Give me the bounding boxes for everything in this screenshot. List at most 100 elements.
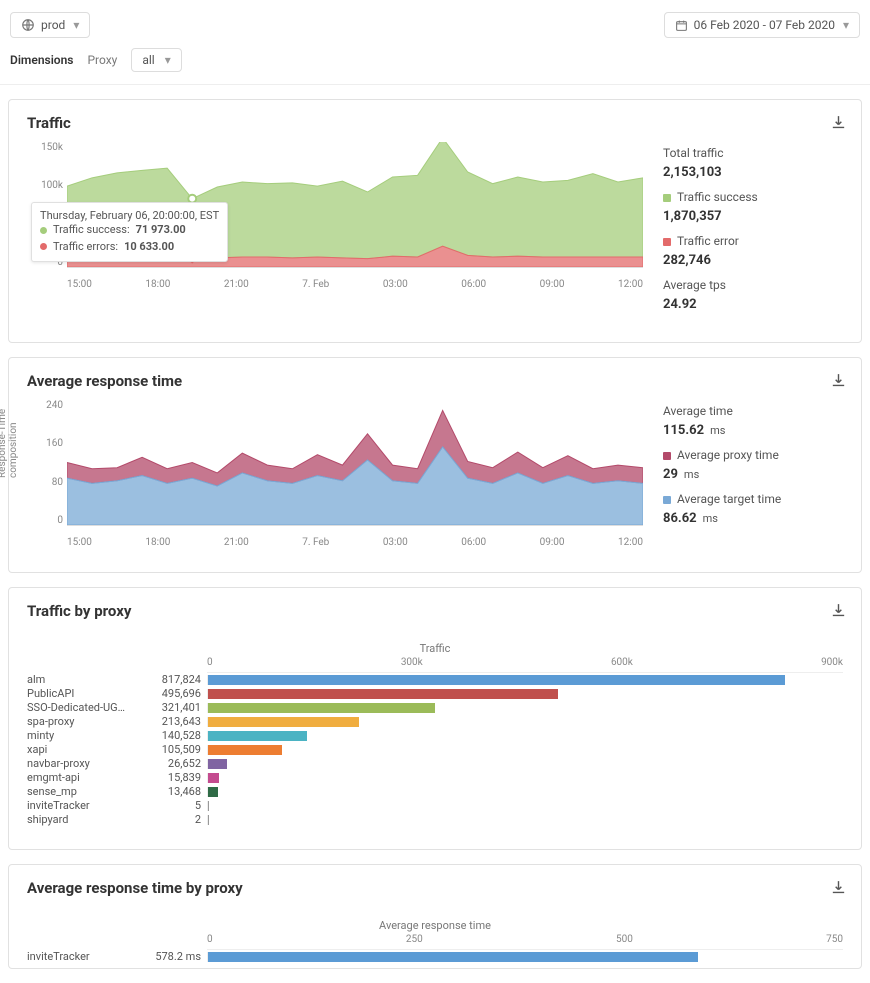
bar-label: minty xyxy=(27,729,147,742)
bar-label: emgmt-api xyxy=(27,771,147,784)
bar-value: 578.2 ms xyxy=(147,950,207,963)
x-axis: 0300k600k900k xyxy=(207,657,843,673)
download-icon xyxy=(830,114,847,131)
bar-row[interactable]: shipyard 2 xyxy=(27,813,843,827)
legend-swatch-icon xyxy=(663,194,671,202)
bar-value: 817,824 xyxy=(147,673,207,686)
bar-fill xyxy=(208,745,282,755)
bar-track xyxy=(207,731,843,741)
card-title: Average response time by proxy xyxy=(27,879,843,897)
stat-value: 282,746 xyxy=(663,251,843,272)
bar-value: 2 xyxy=(147,813,207,826)
card-title: Average response time xyxy=(27,372,843,390)
stat-value: 2,153,103 xyxy=(663,163,843,184)
bar-value: 140,528 xyxy=(147,729,207,742)
date-range-selector[interactable]: 06 Feb 2020 - 07 Feb 2020 ▾ xyxy=(664,12,860,38)
bar-fill xyxy=(208,703,435,713)
card-title: Traffic xyxy=(27,114,843,132)
bar-label: SSO-Dedicated-UG… xyxy=(27,701,147,714)
bar-fill xyxy=(208,675,785,685)
download-button[interactable] xyxy=(830,879,847,899)
y-axis: 240160800 xyxy=(27,400,63,526)
x-axis: 15:0018:0021:007. Feb03:0006:0009:0012:0… xyxy=(67,279,643,290)
stat-label: Average proxy time xyxy=(677,446,779,465)
bar-value: 495,696 xyxy=(147,687,207,700)
calendar-icon xyxy=(675,19,688,32)
bar-value: 321,401 xyxy=(147,701,207,714)
download-icon xyxy=(830,372,847,389)
dimensions-label: Dimensions xyxy=(10,53,73,67)
bar-row[interactable]: minty 140,528 xyxy=(27,729,843,743)
bar-row[interactable]: sense_mp 13,468 xyxy=(27,785,843,799)
bar-track xyxy=(207,675,843,685)
caret-down-icon: ▾ xyxy=(73,18,79,32)
stat-unit: ms xyxy=(684,466,699,484)
bar-row[interactable]: xapi 105,509 xyxy=(27,743,843,757)
card-avg-by-proxy: Average response time by proxy Average r… xyxy=(8,864,862,969)
bar-row[interactable]: emgmt-api 15,839 xyxy=(27,771,843,785)
stat-label: Traffic error xyxy=(677,232,739,251)
proxy-select[interactable]: all ▾ xyxy=(131,48,181,72)
bar-label: navbar-proxy xyxy=(27,757,147,770)
bar-label: alm xyxy=(27,673,147,686)
bar-row[interactable]: spa-proxy 213,643 xyxy=(27,715,843,729)
traffic-stats: Total traffic 2,153,103 Traffic success … xyxy=(663,142,843,320)
bar-value: 105,509 xyxy=(147,743,207,756)
caret-down-icon: ▾ xyxy=(843,18,849,32)
bar-label: inviteTracker xyxy=(27,799,147,812)
download-icon xyxy=(830,879,847,896)
stat-value: 86.62 xyxy=(663,509,697,530)
bar-row[interactable]: SSO-Dedicated-UG… 321,401 xyxy=(27,701,843,715)
tooltip-error-label: Traffic errors: xyxy=(53,239,118,256)
avg-by-proxy-chart[interactable]: Average response time 0250500750 inviteT… xyxy=(27,907,843,964)
avg-response-stats: Average time 115.62ms Average proxy time… xyxy=(663,400,843,534)
x-axis: 15:0018:0021:007. Feb03:0006:0009:0012:0… xyxy=(67,537,643,548)
stat-value: 24.92 xyxy=(663,295,843,316)
stat-unit: ms xyxy=(703,510,718,528)
success-dot-icon xyxy=(40,227,47,234)
bar-fill xyxy=(208,717,359,727)
axis-title: Traffic xyxy=(27,642,843,655)
stat-label: Total traffic xyxy=(663,144,843,163)
bar-track xyxy=(207,717,843,727)
traffic-by-proxy-chart[interactable]: Traffic 0300k600k900k alm 817,824 Public… xyxy=(27,630,843,827)
bar-value: 15,839 xyxy=(147,771,207,784)
bar-label: sense_mp xyxy=(27,785,147,798)
bar-label: xapi xyxy=(27,743,147,756)
env-selector[interactable]: prod ▾ xyxy=(10,12,90,38)
bar-value: 213,643 xyxy=(147,715,207,728)
chart-tooltip: Thursday, February 06, 20:00:00, EST Tra… xyxy=(31,202,228,262)
avg-response-chart[interactable]: Response-Timecomposition 240160800 15:00… xyxy=(27,400,643,550)
globe-icon xyxy=(21,18,35,32)
bar-fill xyxy=(208,787,218,797)
x-axis: 0250500750 xyxy=(207,934,843,950)
bar-label: shipyard xyxy=(27,813,147,826)
y-axis-label: Response-Timecomposition xyxy=(0,409,19,478)
bar-row[interactable]: inviteTracker 5 xyxy=(27,799,843,813)
bar-row[interactable]: alm 817,824 xyxy=(27,673,843,687)
bar-track xyxy=(207,745,843,755)
bar-fill xyxy=(208,689,558,699)
card-avg-response: Average response time Response-Timecompo… xyxy=(8,357,862,573)
stat-label: Average time xyxy=(663,402,843,421)
bar-track xyxy=(207,952,843,962)
download-button[interactable] xyxy=(830,602,847,622)
bar-row[interactable]: PublicAPI 495,696 xyxy=(27,687,843,701)
bar-row[interactable]: inviteTracker 578.2 ms xyxy=(27,950,843,964)
bar-label: inviteTracker xyxy=(27,950,147,963)
bar-track xyxy=(207,759,843,769)
axis-title: Average response time xyxy=(27,919,843,932)
tooltip-success-label: Traffic success: xyxy=(53,222,130,239)
bar-row[interactable]: navbar-proxy 26,652 xyxy=(27,757,843,771)
proxy-label: Proxy xyxy=(87,53,117,67)
tooltip-time: Thursday, February 06, 20:00:00, EST xyxy=(40,209,219,222)
bar-label: PublicAPI xyxy=(27,687,147,700)
bar-fill xyxy=(208,952,698,962)
bar-value: 13,468 xyxy=(147,785,207,798)
bar-fill xyxy=(208,731,307,741)
download-button[interactable] xyxy=(830,114,847,134)
stat-label: Traffic success xyxy=(677,188,758,207)
bar-track xyxy=(207,773,843,783)
legend-swatch-icon xyxy=(663,452,671,460)
download-button[interactable] xyxy=(830,372,847,392)
